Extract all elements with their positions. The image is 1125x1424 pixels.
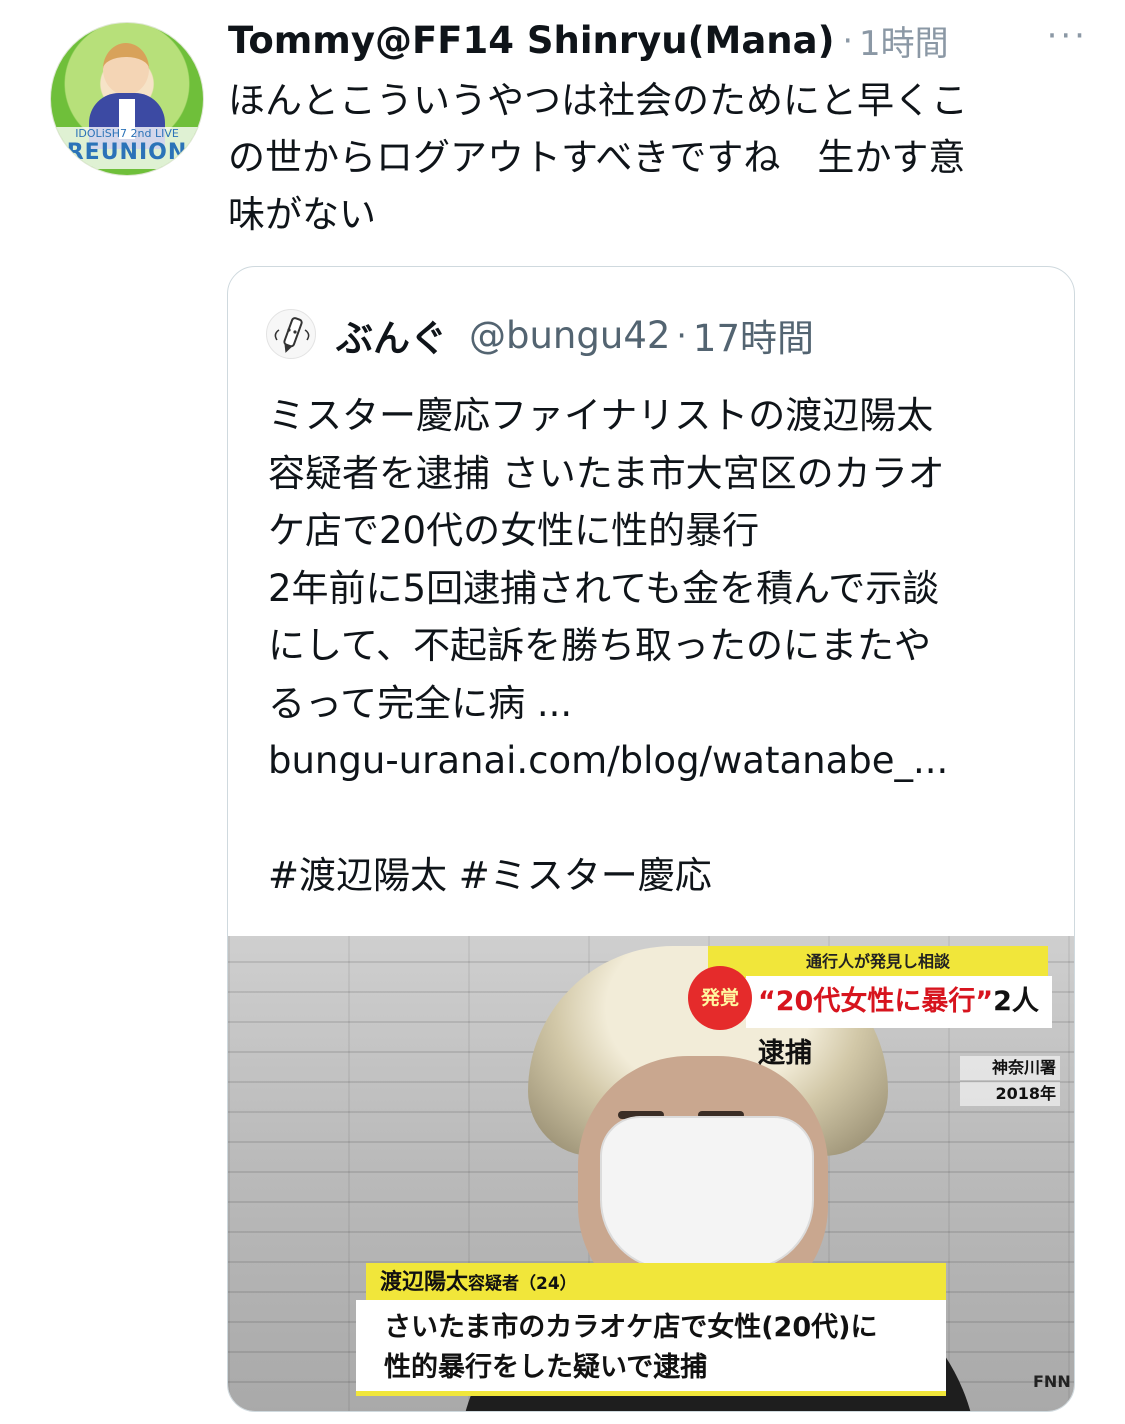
quoted-author-handle[interactable]: @bungu42: [469, 314, 670, 357]
avatar-banner: IDOLiSH7 2nd LIVE REUNION: [51, 127, 203, 169]
quoted-author-avatar[interactable]: [266, 309, 316, 359]
caption-burst-badge: 発覚: [688, 966, 752, 1030]
caption-headline-red: “20代女性に暴行”: [758, 986, 994, 1017]
tweet-header: Tommy@FF14 Shinryu(Mana) · 1時間 ···: [228, 12, 1088, 68]
quoted-author-name[interactable]: ぶんぐ: [336, 308, 447, 362]
suspect-suffix: 容疑者（24）: [468, 1274, 577, 1294]
more-options-icon[interactable]: ···: [1047, 16, 1088, 56]
avatar-banner-title: REUNION: [66, 140, 188, 165]
quoted-tweet-time[interactable]: 17時間: [693, 308, 814, 362]
face-mask: [600, 1116, 814, 1270]
caption-headline: “20代女性に暴行”2人逮捕: [746, 976, 1052, 1069]
avatar-banner-subtitle: IDOLiSH7 2nd LIVE: [75, 127, 179, 140]
quoted-tweet-card[interactable]: ぶんぐ @bungu42 · 17時間 ミスター慶応ファイナリストの渡辺陽太 容…: [227, 266, 1075, 1412]
author-name[interactable]: Tommy@FF14 Shinryu(Mana): [228, 19, 835, 62]
caption-suspect-name: 渡辺陽太容疑者（24）: [366, 1263, 946, 1303]
caption-station-info: 神奈川署 2018年: [960, 1056, 1060, 1108]
avatar-face: [103, 43, 149, 95]
separator-dot: ·: [842, 20, 854, 60]
caption-station: 神奈川署: [960, 1056, 1060, 1080]
tweet-time[interactable]: 1時間: [859, 16, 949, 65]
separator-dot: ·: [676, 315, 687, 355]
quoted-tweet-text: ミスター慶応ファイナリストの渡辺陽太 容疑者を逮捕 さいたま市大宮区のカラオ ケ…: [268, 394, 949, 897]
news-caption-top: 通行人が発見し相談 “20代女性に暴行”2人逮捕 発覚: [688, 946, 1058, 1069]
caption-description: さいたま市のカラオケ店で女性(20代)に 性的暴行をした疑いで逮捕: [356, 1300, 946, 1396]
suspect-name: 渡辺陽太: [380, 1270, 469, 1295]
tweet-text: ほんとこういうやつは社会のためにと早くこ の世からログアウトすべきですね 生かす…: [228, 79, 968, 236]
caption-year: 2018年: [960, 1082, 1060, 1106]
pencil-mascot-icon: [274, 317, 310, 353]
caption-subheading: 通行人が発見し相談: [708, 946, 1048, 978]
broadcaster-logo: FNN: [1033, 1372, 1071, 1391]
quoted-tweet-header: ぶんぐ @bungu42 · 17時間: [336, 307, 814, 363]
author-avatar[interactable]: IDOLiSH7 2nd LIVE REUNION: [50, 22, 204, 176]
quoted-tweet-image[interactable]: 通行人が発見し相談 “20代女性に暴行”2人逮捕 発覚 神奈川署 2018年 渡…: [228, 936, 1074, 1411]
